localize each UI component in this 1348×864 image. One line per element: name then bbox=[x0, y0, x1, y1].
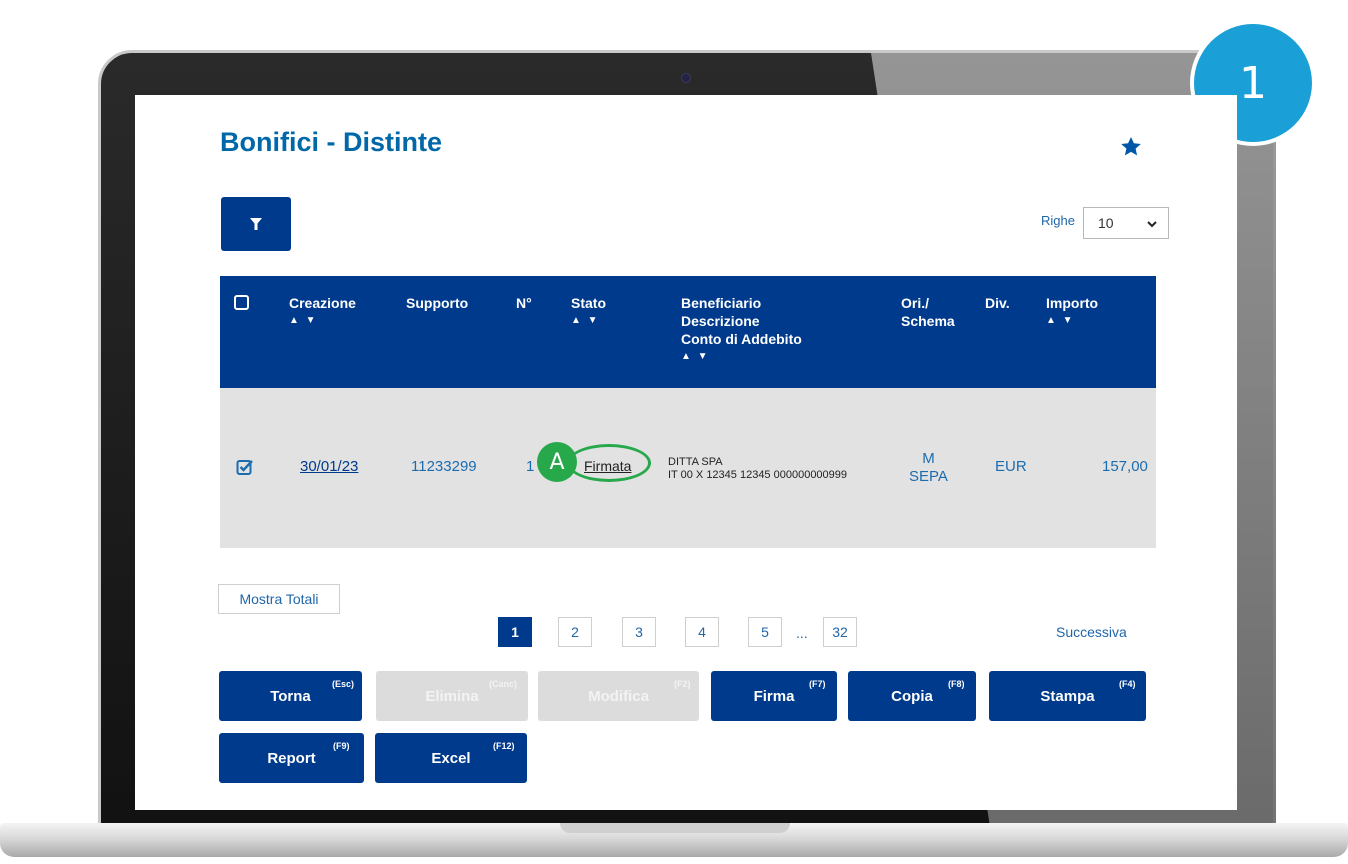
show-totals-button[interactable]: Mostra Totali bbox=[218, 584, 340, 614]
col-div: Div. bbox=[985, 295, 1010, 311]
col-numero: N° bbox=[516, 295, 532, 311]
row-importo: 157,00 bbox=[1102, 458, 1148, 475]
row-stato-link[interactable]: Firmata bbox=[584, 458, 631, 474]
col-stato[interactable]: Stato ▲ ▼ bbox=[571, 294, 606, 330]
stampa-button[interactable]: Stampa (F4) bbox=[989, 671, 1146, 721]
torna-button[interactable]: Torna (Esc) bbox=[219, 671, 362, 721]
select-all-checkbox[interactable] bbox=[234, 295, 249, 310]
sort-arrows[interactable]: ▲ ▼ bbox=[289, 312, 356, 330]
webcam bbox=[681, 73, 691, 83]
col-supporto: Supporto bbox=[406, 295, 469, 311]
page-title: Bonifici - Distinte bbox=[220, 127, 442, 157]
row-div: EUR bbox=[995, 458, 1027, 475]
table-row[interactable]: 30/01/23 11233299 1 A Firmata DITTA SPA … bbox=[220, 388, 1156, 548]
row-beneficiario: DITTA SPA IT 00 X 12345 12345 0000000009… bbox=[668, 456, 848, 481]
filter-icon bbox=[250, 218, 262, 230]
page-3[interactable]: 3 bbox=[622, 617, 656, 647]
table-header: Creazione ▲ ▼ Supporto N° Stato ▲ ▼ Bene… bbox=[220, 276, 1156, 388]
page-2[interactable]: 2 bbox=[558, 617, 592, 647]
sort-arrows[interactable]: ▲ ▼ bbox=[1046, 312, 1098, 330]
page-last[interactable]: 32 bbox=[823, 617, 857, 647]
col-importo[interactable]: Importo ▲ ▼ bbox=[1046, 294, 1098, 330]
rows-select[interactable]: 10 bbox=[1083, 207, 1169, 239]
report-button[interactable]: Report (F9) bbox=[219, 733, 364, 783]
rows-select-value: 10 bbox=[1098, 215, 1114, 231]
page-4[interactable]: 4 bbox=[685, 617, 719, 647]
elimina-button[interactable]: Elimina (Canc) bbox=[376, 671, 528, 721]
col-beneficiario[interactable]: Beneficiario Descrizione Conto di Addebi… bbox=[681, 294, 802, 366]
checkbox-checked-icon[interactable] bbox=[236, 458, 254, 476]
pagination-ellipsis: ... bbox=[796, 625, 808, 641]
filter-button[interactable] bbox=[221, 197, 291, 251]
chevron-down-icon bbox=[1147, 221, 1157, 228]
row-supporto: 11233299 bbox=[411, 458, 477, 475]
copia-button[interactable]: Copia (F8) bbox=[848, 671, 976, 721]
col-ori-schema: Ori./ Schema bbox=[901, 295, 955, 329]
screen: Bonifici - Distinte Righe 10 Creazione ▲… bbox=[135, 95, 1237, 810]
excel-button[interactable]: Excel (F12) bbox=[375, 733, 527, 783]
page-1[interactable]: 1 bbox=[498, 617, 532, 647]
sort-arrows[interactable]: ▲ ▼ bbox=[681, 348, 802, 366]
col-creazione[interactable]: Creazione ▲ ▼ bbox=[289, 294, 356, 330]
row-creazione-link[interactable]: 30/01/23 bbox=[300, 458, 358, 475]
row-ori-schema: M SEPA bbox=[909, 450, 948, 485]
laptop-base-groove bbox=[560, 823, 790, 833]
sort-arrows[interactable]: ▲ ▼ bbox=[571, 312, 606, 330]
next-page-link[interactable]: Successiva bbox=[1056, 624, 1127, 640]
marker-badge: A bbox=[537, 442, 577, 482]
modifica-button[interactable]: Modifica (F2) bbox=[538, 671, 699, 721]
rows-label: Righe bbox=[1041, 213, 1075, 228]
row-numero: 1 bbox=[526, 458, 535, 475]
star-icon[interactable] bbox=[1119, 135, 1143, 159]
page-5[interactable]: 5 bbox=[748, 617, 782, 647]
firma-button[interactable]: Firma (F7) bbox=[711, 671, 837, 721]
